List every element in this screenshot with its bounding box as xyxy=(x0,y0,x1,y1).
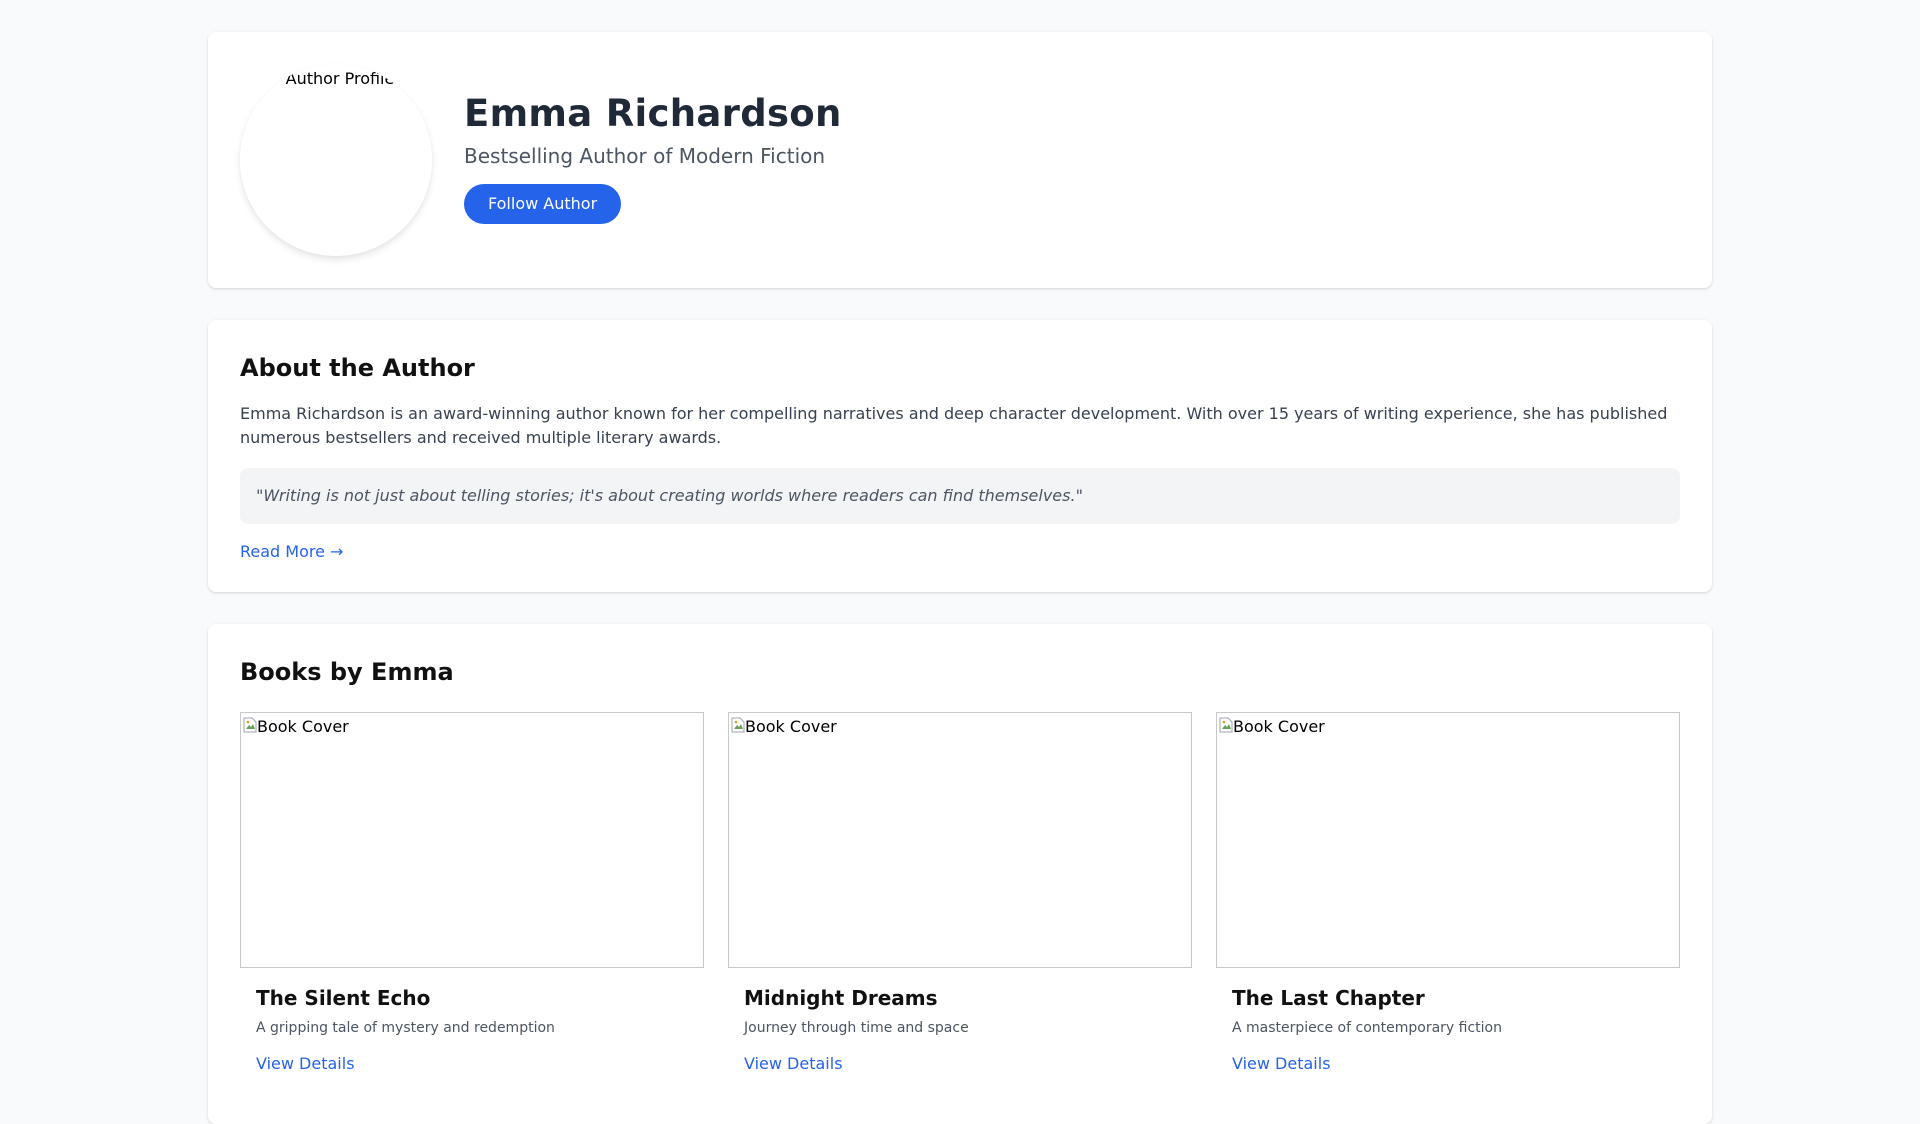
view-details-link[interactable]: View Details xyxy=(256,1052,355,1076)
avatar-alt-text: Author Profile xyxy=(285,69,395,88)
view-details-link[interactable]: View Details xyxy=(744,1052,843,1076)
book-cover-image: Book Cover xyxy=(1216,712,1680,968)
books-card: Books by Emma Book Cover The Silent Echo… xyxy=(208,624,1712,1124)
book-card: Book Cover The Last Chapter A masterpiec… xyxy=(1216,712,1680,1076)
book-card: Book Cover Midnight Dreams Journey throu… xyxy=(728,712,1192,1076)
book-description: A masterpiece of contemporary fiction xyxy=(1232,1020,1502,1036)
book-description: Journey through time and space xyxy=(744,1020,969,1036)
books-grid: Book Cover The Silent Echo A gripping ta… xyxy=(240,712,1680,1076)
book-title: The Last Chapter xyxy=(1232,986,1425,1010)
books-title: Books by Emma xyxy=(240,658,454,686)
book-details: The Silent Echo A gripping tale of myste… xyxy=(240,968,704,1076)
book-details: The Last Chapter A masterpiece of contem… xyxy=(1216,968,1680,1076)
about-author-card: About the Author Emma Richardson is an a… xyxy=(208,320,1712,592)
book-card: Book Cover The Silent Echo A gripping ta… xyxy=(240,712,704,1076)
book-title: The Silent Echo xyxy=(256,986,431,1010)
profile-info: Emma Richardson Bestselling Author of Mo… xyxy=(464,92,842,224)
author-avatar: Author Profile xyxy=(240,64,432,256)
follow-author-button[interactable]: Follow Author xyxy=(464,184,622,224)
book-cover-alt-text: Book Cover xyxy=(257,717,349,736)
about-title: About the Author xyxy=(240,354,475,382)
author-profile-card: Author Profile Emma Richardson Bestselli… xyxy=(208,32,1712,288)
author-name: Emma Richardson xyxy=(464,92,842,135)
read-more-link[interactable]: Read More → xyxy=(240,540,343,564)
view-details-link[interactable]: View Details xyxy=(1232,1052,1331,1076)
broken-image-icon xyxy=(1219,717,1233,733)
broken-image-icon xyxy=(731,717,745,733)
book-cover-image: Book Cover xyxy=(240,712,704,968)
author-quote: "Writing is not just about telling stori… xyxy=(240,468,1680,524)
author-tagline: Bestselling Author of Modern Fiction xyxy=(464,144,826,168)
about-bio-text: Emma Richardson is an award-winning auth… xyxy=(240,404,1668,447)
book-description: A gripping tale of mystery and redemptio… xyxy=(256,1020,555,1036)
book-cover-image: Book Cover xyxy=(728,712,1192,968)
book-title: Midnight Dreams xyxy=(744,986,938,1010)
book-cover-alt-text: Book Cover xyxy=(745,717,837,736)
broken-image-icon xyxy=(243,717,257,733)
book-cover-alt-text: Book Cover xyxy=(1233,717,1325,736)
book-details: Midnight Dreams Journey through time and… xyxy=(728,968,1192,1076)
